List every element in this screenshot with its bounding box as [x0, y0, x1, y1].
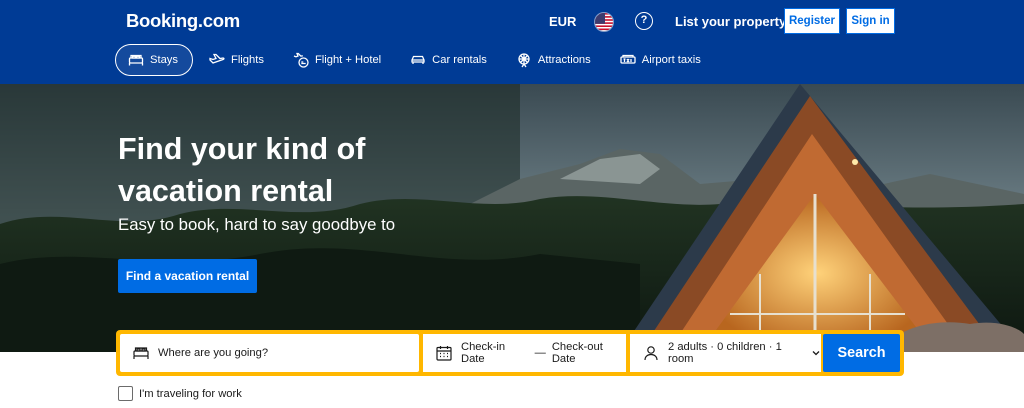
- work-travel-label: I'm traveling for work: [139, 387, 242, 400]
- nav-flights-label: Flights: [230, 54, 264, 66]
- hero-banner: Find your kind of vacation rental Easy t…: [0, 84, 1024, 352]
- nav-attractions-label: Attractions: [537, 54, 591, 66]
- booking-logo[interactable]: Booking.com: [126, 10, 240, 32]
- nav-attractions[interactable]: Attractions: [503, 44, 604, 76]
- help-icon[interactable]: ?: [635, 12, 653, 30]
- nav-airport-taxis-label: Airport taxis: [641, 54, 701, 66]
- list-property-link[interactable]: List your property: [675, 14, 786, 30]
- taxi-icon: [620, 52, 636, 68]
- find-vacation-rental-button[interactable]: Find a vacation rental: [118, 259, 257, 293]
- nav-stays[interactable]: Stays: [115, 44, 193, 76]
- plane-bed-icon: [293, 52, 309, 68]
- date-picker[interactable]: Check-in Date — Check-out Date: [423, 334, 626, 372]
- check-in-label: Check-in Date: [461, 341, 506, 365]
- nav-stays-label: Stays: [150, 54, 178, 66]
- nav-airport-taxis[interactable]: Airport taxis: [607, 44, 714, 76]
- person-icon: [642, 344, 660, 362]
- chevron-down-icon: [811, 348, 821, 358]
- car-icon: [410, 52, 426, 68]
- calendar-icon: [435, 344, 453, 362]
- occupancy-selector[interactable]: 2 adults · 0 children · 1 room: [630, 334, 821, 372]
- header: Booking.com EUR ? List your property Reg…: [0, 0, 1024, 84]
- date-separator: —: [534, 347, 546, 359]
- work-travel-checkbox-row[interactable]: I'm traveling for work: [118, 386, 242, 401]
- plane-icon: [209, 52, 225, 68]
- nav-car-rentals-label: Car rentals: [432, 54, 487, 66]
- destination-placeholder: Where are you going?: [158, 347, 269, 359]
- work-travel-checkbox[interactable]: [118, 386, 133, 401]
- hero-subtitle: Easy to book, hard to say goodbye to: [118, 215, 396, 234]
- us-flag-icon[interactable]: [594, 12, 614, 32]
- currency-selector[interactable]: EUR: [549, 14, 576, 30]
- product-nav: Stays Flights Flight + Hotel Car rentals…: [115, 44, 717, 76]
- occupancy-label: 2 adults · 0 children · 1 room: [668, 341, 782, 365]
- bed-icon: [128, 52, 144, 68]
- check-out-label: Check-out Date: [551, 341, 603, 365]
- search-button[interactable]: Search: [823, 334, 900, 372]
- nav-flights[interactable]: Flights: [196, 44, 277, 76]
- register-button[interactable]: Register: [784, 8, 840, 34]
- hero-title: Find your kind of vacation rental: [118, 132, 366, 208]
- nav-flight-hotel-label: Flight + Hotel: [314, 54, 382, 66]
- search-bar: Where are you going? Check-in Date — Che…: [116, 330, 904, 376]
- bed-icon: [132, 344, 150, 362]
- destination-input[interactable]: Where are you going?: [120, 334, 419, 372]
- nav-car-rentals[interactable]: Car rentals: [397, 44, 500, 76]
- attractions-icon: [516, 52, 532, 68]
- nav-flight-hotel[interactable]: Flight + Hotel: [280, 44, 394, 76]
- sign-in-button[interactable]: Sign in: [846, 8, 895, 34]
